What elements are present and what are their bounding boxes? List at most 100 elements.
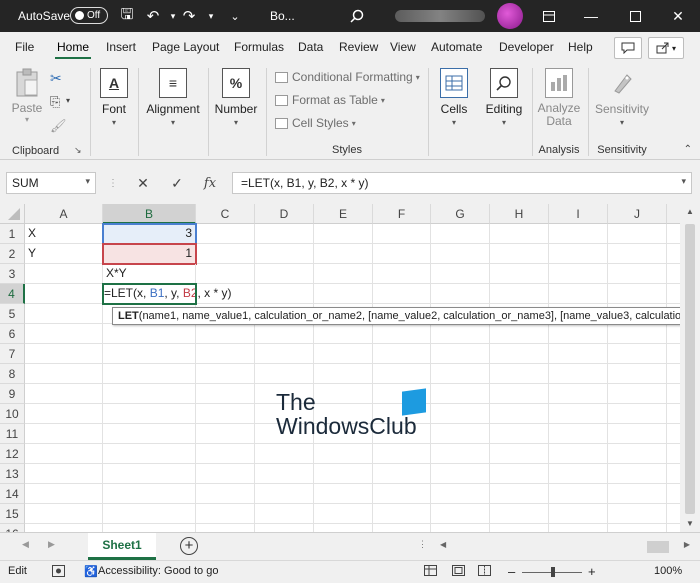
macro-record-icon[interactable] [52,565,65,580]
row-header-11[interactable]: 11 [0,424,25,444]
grid-cell[interactable] [608,504,667,524]
grid-cell[interactable] [608,344,667,364]
grid-cell[interactable] [314,524,373,532]
redo-icon[interactable]: ↷ [178,0,200,32]
grid-cell[interactable] [196,404,255,424]
expand-formula-icon[interactable]: ▾ [681,176,686,187]
grid-cell[interactable] [667,284,680,304]
grid-cell[interactable] [608,264,667,284]
grid-cell[interactable] [431,244,490,264]
row-header-4[interactable]: 4 [0,284,25,304]
tab-home[interactable]: Home [54,40,92,59]
grid-cell[interactable] [490,344,549,364]
grid-cell[interactable] [431,444,490,464]
grid-cell[interactable] [196,484,255,504]
grid-cell[interactable] [196,264,255,284]
grid-cell[interactable] [549,504,608,524]
tab-review[interactable]: Review [339,40,378,54]
grid-cell[interactable] [667,244,680,264]
grid-cell[interactable] [490,364,549,384]
grid-cell[interactable] [196,384,255,404]
grid-cell[interactable] [255,324,314,344]
grid-cell[interactable] [431,224,490,244]
grid-cell[interactable] [608,524,667,532]
grid-cell[interactable] [196,344,255,364]
column-header-a[interactable]: A [25,204,103,224]
minimize-icon[interactable]: — [569,0,613,32]
grid-cell[interactable] [549,264,608,284]
grid-cell[interactable] [667,264,680,284]
grid-cell[interactable] [103,444,196,464]
name-box[interactable]: SUM ▾ [6,172,96,194]
grid-cell[interactable] [196,504,255,524]
save-icon[interactable]: 🖫 [116,0,138,32]
grid-cell[interactable] [25,344,103,364]
row-header-10[interactable]: 10 [0,404,25,424]
grid-cell[interactable] [373,324,431,344]
grid-cell[interactable] [667,524,680,532]
scroll-left-icon[interactable]: ◀ [440,540,446,549]
grid-cell[interactable] [373,484,431,504]
grid-cell[interactable] [667,384,680,404]
grid-cell[interactable] [255,344,314,364]
grid-cell[interactable] [667,424,680,444]
row-header-1[interactable]: 1 [0,224,25,244]
comments-button[interactable] [614,37,642,59]
number-button[interactable]: % Number ▾ [208,68,264,127]
grid-cell[interactable] [255,524,314,532]
row-header-13[interactable]: 13 [0,464,25,484]
grid-cell[interactable] [314,264,373,284]
row-header-2[interactable]: 2 [0,244,25,264]
grid-cell[interactable] [255,464,314,484]
grid-cell[interactable] [196,224,255,244]
worksheet-grid[interactable]: A B C D E F G H I J 1 2 3 4 5 6 7 8 9 10 11 12 13 14 1… [0,204,680,532]
maximize-icon[interactable] [613,0,657,32]
grid-cell[interactable] [490,444,549,464]
grid-cell[interactable] [431,464,490,484]
grid-cell[interactable] [314,364,373,384]
grid-cell[interactable] [314,324,373,344]
scroll-thumb[interactable] [647,541,669,553]
grid-cell[interactable] [431,484,490,504]
insert-function-button[interactable]: fx [199,172,221,194]
grid-cell[interactable] [314,284,373,304]
grid-cell[interactable] [549,484,608,504]
sheet-tab-sheet1[interactable]: Sheet1 [88,533,156,560]
grid-cell[interactable] [373,464,431,484]
row-header-5[interactable]: 5 [0,304,25,324]
grid-cell[interactable] [25,444,103,464]
zoom-out-icon[interactable]: – [508,564,515,579]
grid-cell[interactable] [549,444,608,464]
zoom-slider-knob[interactable] [551,567,555,577]
select-all-button[interactable] [0,204,25,224]
grid-cell[interactable] [25,464,103,484]
autosave-toggle[interactable]: Off [70,7,108,24]
column-header-j[interactable]: J [608,204,667,224]
grid-cell[interactable] [608,384,667,404]
add-sheet-button[interactable]: + [180,537,198,555]
page-layout-view-icon[interactable] [452,565,465,579]
grid-cell[interactable] [103,324,196,344]
cell-styles-button[interactable]: Cell Styles ▾ [275,116,356,130]
grid-cell[interactable] [103,504,196,524]
grid-cell[interactable] [549,344,608,364]
vertical-scrollbar[interactable]: ▲ ▼ [680,204,700,532]
sensitivity-button[interactable]: Sensitivity ▾ [591,68,653,127]
cell-b4-active-edit[interactable]: =LET(x, B1, y, B2, x * y) [102,283,232,305]
grid-cell[interactable] [431,324,490,344]
grid-cell[interactable] [373,364,431,384]
grid-cell[interactable] [549,464,608,484]
grid-cell[interactable] [667,324,680,344]
font-button[interactable]: A Font ▾ [86,68,142,127]
cell-b3[interactable]: X*Y [103,264,196,284]
grid-cell[interactable] [255,264,314,284]
cell-b2[interactable]: 1 [102,243,197,265]
dialog-launcher-icon[interactable]: ↘ [74,145,82,156]
grid-cell[interactable] [549,224,608,244]
grid-cell[interactable] [608,444,667,464]
page-break-view-icon[interactable] [478,565,491,579]
grid-cell[interactable] [103,404,196,424]
row-header-12[interactable]: 12 [0,444,25,464]
conditional-formatting-button[interactable]: Conditional Formatting ▾ [275,70,420,84]
grid-cell[interactable] [667,484,680,504]
